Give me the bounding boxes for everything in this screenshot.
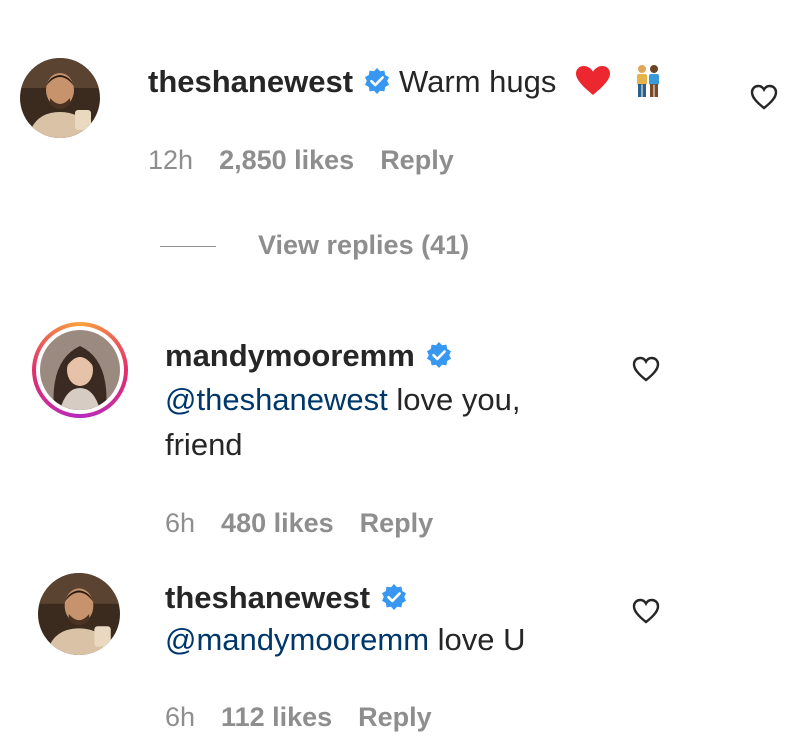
comment-likes-count[interactable]: 480 likes: [221, 508, 334, 538]
avatar-mandymooremm[interactable]: [32, 322, 128, 418]
comment-username[interactable]: theshanewest: [165, 580, 370, 615]
reply-button[interactable]: Reply: [380, 145, 454, 175]
comment-body: love you,: [387, 382, 521, 417]
comment-time: 6h: [165, 702, 196, 732]
avatar-theshanewest[interactable]: [20, 58, 100, 138]
comment-username[interactable]: theshanewest: [148, 64, 353, 99]
comment-time: 12h: [148, 145, 194, 175]
verified-badge-icon: [365, 67, 390, 94]
avatar-photo-icon: [20, 58, 100, 138]
avatar-photo-icon: [38, 573, 120, 655]
comment-1-meta: 12h 2,850 likes Reply: [148, 145, 480, 176]
comment-3-header: theshanewest: [165, 580, 416, 616]
comment-body: love U: [429, 622, 526, 657]
mention-link[interactable]: @mandymooremm: [165, 622, 429, 657]
red-heart-emoji-icon: [575, 65, 610, 95]
comment-username[interactable]: mandymooremm: [165, 338, 415, 373]
verified-badge-icon: [382, 583, 407, 610]
like-heart-icon[interactable]: [632, 598, 660, 624]
comment-body: Warm hugs: [399, 64, 557, 99]
comment-body: friend: [165, 427, 243, 462]
reply-button[interactable]: Reply: [358, 702, 432, 732]
comment-time: 6h: [165, 508, 196, 538]
comment-3-body: @mandymooremm love U: [165, 622, 526, 658]
verified-badge-icon: [426, 341, 451, 368]
view-replies-button[interactable]: View replies (41): [258, 230, 469, 261]
comment-2-meta: 6h 480 likes Reply: [165, 508, 459, 539]
mention-link[interactable]: @theshanewest: [165, 382, 388, 417]
avatar-photo-icon: [40, 330, 120, 410]
view-replies-divider: [160, 246, 216, 247]
comment-likes-count[interactable]: 2,850 likes: [219, 145, 354, 175]
comment-3-meta: 6h 112 likes Reply: [165, 702, 458, 733]
like-heart-icon[interactable]: [750, 84, 778, 110]
comment-1-text: theshanewest Warm hugs: [148, 64, 662, 101]
like-heart-icon[interactable]: [632, 356, 660, 382]
avatar-theshanewest[interactable]: [38, 573, 120, 655]
people-holding-hands-emoji-icon: [636, 64, 659, 97]
comment-2-body-line1: @theshanewest love you,: [165, 382, 520, 418]
comment-2-header: mandymooremm: [165, 338, 461, 374]
comment-likes-count[interactable]: 112 likes: [221, 702, 332, 732]
reply-button[interactable]: Reply: [360, 508, 434, 538]
comment-2-body-line2: friend: [165, 427, 243, 463]
